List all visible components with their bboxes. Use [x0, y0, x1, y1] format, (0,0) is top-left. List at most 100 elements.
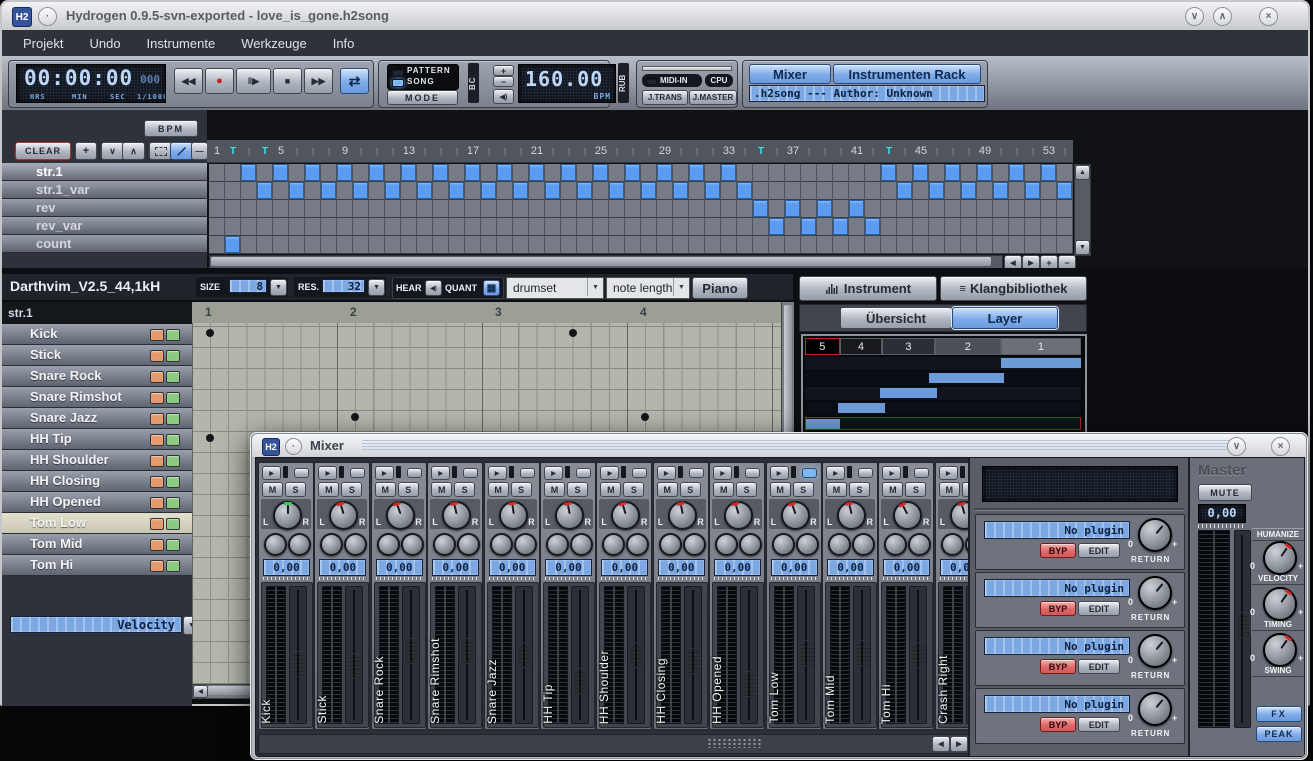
strip-fader[interactable] — [909, 586, 927, 724]
ruler-bar-23[interactable]: | — [561, 140, 577, 163]
song-cell[interactable] — [289, 164, 305, 182]
layer-row-4[interactable] — [805, 402, 1081, 415]
ruler-bar-35[interactable]: T — [753, 140, 769, 163]
song-cell[interactable] — [689, 218, 705, 236]
note-dot[interactable] — [206, 434, 214, 442]
song-cell[interactable] — [721, 218, 737, 236]
strip-solo-button[interactable]: S — [454, 482, 475, 497]
fx-return-knob[interactable] — [1138, 634, 1172, 668]
song-cell[interactable] — [353, 200, 369, 218]
song-cell[interactable] — [769, 200, 785, 218]
instrument-solo-led[interactable] — [166, 392, 180, 404]
song-cell[interactable] — [577, 182, 593, 200]
strip-solo-button[interactable]: S — [736, 482, 757, 497]
song-cell[interactable] — [785, 200, 801, 218]
song-cell[interactable] — [817, 218, 833, 236]
song-cell[interactable] — [433, 164, 449, 182]
instrument-mute-led[interactable] — [150, 350, 164, 362]
song-cell[interactable] — [785, 218, 801, 236]
song-cell[interactable] — [913, 182, 929, 200]
fx1-send-knob[interactable] — [264, 533, 287, 556]
strip-fader-handle[interactable] — [799, 640, 814, 666]
song-cell[interactable] — [929, 200, 945, 218]
instrument-mute-led[interactable] — [150, 560, 164, 572]
song-cell[interactable] — [433, 218, 449, 236]
song-cell[interactable] — [1057, 236, 1073, 254]
song-cell[interactable] — [1009, 182, 1025, 200]
song-cell[interactable] — [449, 200, 465, 218]
close-window-icon[interactable]: × — [1259, 7, 1278, 26]
metronome-button[interactable]: ◀) — [493, 89, 514, 104]
strip-play-button[interactable]: ▶ — [262, 466, 281, 480]
song-cell[interactable] — [801, 218, 817, 236]
song-cell[interactable] — [449, 236, 465, 254]
ruler-bar-52[interactable]: | — [1025, 140, 1041, 163]
song-cell[interactable] — [641, 164, 657, 182]
instrument-solo-led[interactable] — [166, 350, 180, 362]
strip-fader-handle[interactable] — [517, 642, 532, 668]
song-cell[interactable] — [513, 182, 529, 200]
song-mode-label[interactable]: SONG — [407, 77, 435, 86]
song-cell[interactable] — [1009, 200, 1025, 218]
song-cell[interactable] — [321, 218, 337, 236]
song-cell[interactable] — [977, 236, 993, 254]
ruler-bar-33[interactable]: 33 — [721, 140, 737, 163]
song-cell[interactable] — [449, 182, 465, 200]
fx2-send-knob[interactable] — [796, 533, 819, 556]
song-cell[interactable] — [849, 218, 865, 236]
instrument-mute-led[interactable] — [150, 476, 164, 488]
song-cell[interactable] — [1025, 164, 1041, 182]
song-cell[interactable] — [513, 236, 529, 254]
song-cell[interactable] — [737, 200, 753, 218]
ruler-bar-5[interactable]: 5 — [273, 140, 289, 163]
ruler-bar-36[interactable]: | — [769, 140, 785, 163]
song-cell[interactable] — [897, 236, 913, 254]
fx1-send-knob[interactable] — [602, 533, 625, 556]
song-cell[interactable] — [609, 200, 625, 218]
song-cell[interactable] — [385, 236, 401, 254]
song-cell[interactable] — [833, 164, 849, 182]
ruler-bar-40[interactable]: | — [833, 140, 849, 163]
song-cell[interactable] — [561, 182, 577, 200]
song-cell[interactable] — [369, 236, 385, 254]
fx-bypass-button[interactable]: BYP — [1040, 601, 1076, 616]
song-cell[interactable] — [817, 200, 833, 218]
main-title-bar[interactable]: H2 · Hydrogen 0.9.5-svn-exported - love_… — [2, 2, 1308, 31]
ruler-bar-48[interactable]: | — [961, 140, 977, 163]
song-cell[interactable] — [753, 200, 769, 218]
ruler-bar-10[interactable]: | — [353, 140, 369, 163]
mixer-window-menu-icon[interactable]: · — [285, 438, 302, 455]
song-cell[interactable] — [625, 182, 641, 200]
strip-mute-button[interactable]: M — [939, 482, 960, 497]
open-instrument-rack-button[interactable]: Instrumenten Rack — [833, 64, 981, 84]
strip-play-button[interactable]: ▶ — [939, 466, 958, 480]
strip-mute-button[interactable]: M — [826, 482, 847, 497]
song-cell[interactable] — [737, 164, 753, 182]
song-cell[interactable] — [609, 182, 625, 200]
scroll-up-icon[interactable]: ▲ — [1075, 165, 1090, 180]
shade-window-icon[interactable]: ∨ — [1185, 7, 1204, 26]
song-cell[interactable] — [849, 200, 865, 218]
strip-fader[interactable] — [684, 586, 702, 724]
ruler-bar-41[interactable]: 41 — [849, 140, 865, 163]
ruler-bar-3[interactable]: | — [241, 140, 257, 163]
instrument-mute-led[interactable] — [150, 518, 164, 530]
pan-knob[interactable] — [668, 501, 697, 530]
song-cell[interactable] — [977, 218, 993, 236]
song-cell[interactable] — [481, 182, 497, 200]
fx-plugin-lcd[interactable]: No plugin — [984, 521, 1130, 539]
song-cell[interactable] — [353, 218, 369, 236]
song-cell[interactable] — [945, 200, 961, 218]
song-cell[interactable] — [881, 182, 897, 200]
song-cell[interactable] — [369, 182, 385, 200]
song-cell[interactable] — [289, 236, 305, 254]
song-cell[interactable] — [833, 218, 849, 236]
fx1-send-knob[interactable] — [490, 533, 513, 556]
song-cell[interactable] — [1057, 182, 1073, 200]
instrument-solo-led[interactable] — [166, 413, 180, 425]
ruler-bar-29[interactable]: 29 — [657, 140, 673, 163]
fx1-send-knob[interactable] — [772, 533, 795, 556]
strip-play-button[interactable]: ▶ — [657, 466, 676, 480]
song-cell[interactable] — [1041, 182, 1057, 200]
instrument-row-snare-jazz[interactable]: Snare Jazz — [2, 408, 192, 429]
